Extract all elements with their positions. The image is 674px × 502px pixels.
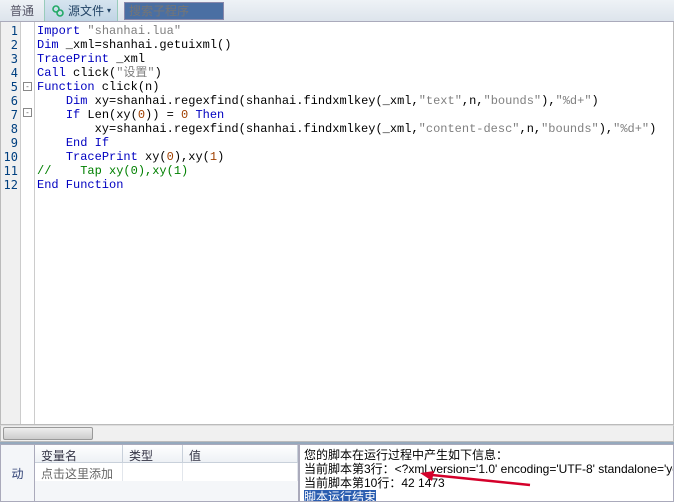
bottom-panel: 动 变量名 类型 值 点击这里添加 您的脚本在运行过程中产生如下信息： 当前脚本… (0, 442, 674, 502)
code-area[interactable]: Import "shanhai.lua"Dim _xml=shanhai.get… (35, 22, 673, 424)
search-input[interactable] (129, 4, 219, 18)
output-line: 您的脚本在运行过程中产生如下信息： (304, 448, 669, 462)
add-variable-label: 点击这里添加 (35, 463, 123, 481)
source-file-button[interactable]: 源文件 ▾ (44, 0, 118, 21)
search-box[interactable] (124, 2, 224, 20)
variables-panel: 变量名 类型 值 点击这里添加 (34, 444, 299, 502)
col-value: 值 (183, 445, 298, 462)
line-gutter: 123456789101112 (1, 22, 21, 424)
chevron-down-icon: ▾ (107, 6, 111, 15)
tab-normal[interactable]: 普通 (0, 0, 44, 21)
annotation-arrow (420, 471, 540, 494)
output-panel[interactable]: 您的脚本在运行过程中产生如下信息： 当前脚本第3行：<?xml version=… (299, 444, 674, 502)
source-file-label: 源文件 (68, 2, 104, 19)
col-type: 类型 (123, 445, 183, 462)
fold-gutter[interactable]: -- (21, 22, 35, 424)
horizontal-scrollbar[interactable] (0, 425, 674, 442)
col-name: 变量名 (35, 445, 123, 462)
code-editor[interactable]: 123456789101112 -- Import "shanhai.lua"D… (0, 22, 674, 425)
variables-header: 变量名 类型 值 (35, 445, 298, 463)
add-variable-row[interactable]: 点击这里添加 (35, 463, 298, 481)
scrollbar-thumb[interactable] (3, 427, 93, 440)
toolbar: 普通 源文件 ▾ (0, 0, 674, 22)
link-icon (51, 4, 65, 18)
side-tab[interactable]: 动 (0, 444, 34, 502)
